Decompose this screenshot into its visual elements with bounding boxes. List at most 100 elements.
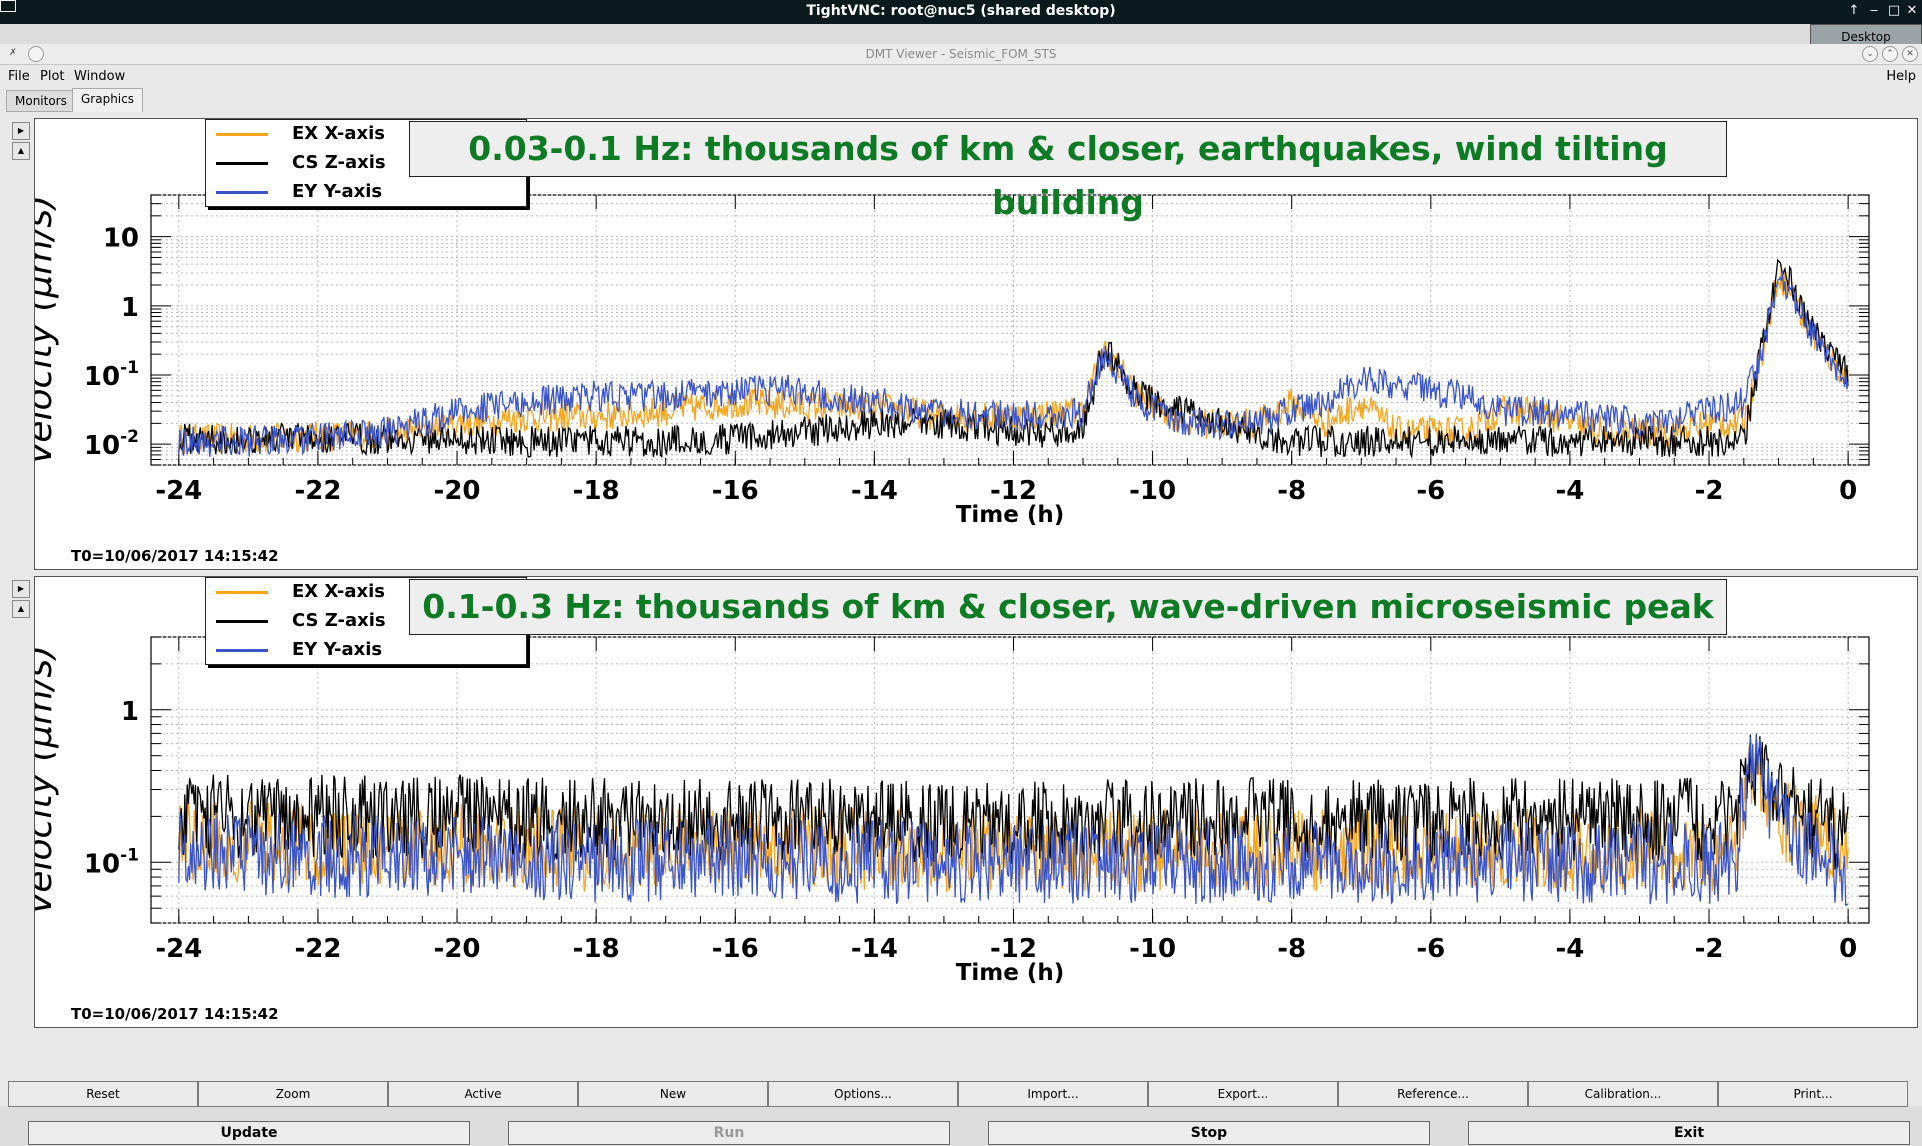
legend-entry-ex: EX X-axis <box>216 122 385 146</box>
t0-label-2: T0=10/06/2017 14:15:42 <box>71 1005 279 1023</box>
exit-button[interactable]: Exit <box>1468 1121 1910 1145</box>
legend-entry-ey: EY Y-axis <box>216 180 382 204</box>
stop-button[interactable]: Stop <box>988 1121 1430 1145</box>
pad2-collapse-icon[interactable]: ▲ <box>12 600 30 618</box>
x-tick-label: -20 <box>434 934 481 964</box>
legend-label-ex: EX X-axis <box>292 123 385 144</box>
legend-swatch-cs <box>216 619 268 623</box>
menu-file[interactable]: File <box>8 69 30 84</box>
x-tick-label: -20 <box>434 476 481 506</box>
y-tick-label: 1 <box>121 293 139 323</box>
menu-plot[interactable]: Plot <box>40 69 65 84</box>
options-button[interactable]: Options... <box>768 1081 958 1107</box>
plot-title-2: 0.1-0.3 Hz: thousands of km & closer, wa… <box>409 579 1727 635</box>
x-axis-title: Time (h) <box>956 960 1065 986</box>
export-button[interactable]: Export... <box>1148 1081 1338 1107</box>
menubar: File Plot Window Help <box>0 66 1922 86</box>
legend-label-cs: CS Z-axis <box>292 610 386 631</box>
zoom-button[interactable]: Zoom <box>198 1081 388 1107</box>
active-button[interactable]: Active <box>388 1081 578 1107</box>
legend-entry-ey: EY Y-axis <box>216 638 382 662</box>
x-tick-label: -14 <box>851 934 898 964</box>
pad2-expand-icon[interactable]: ▶ <box>12 580 30 598</box>
x-tick-label: -14 <box>851 476 898 506</box>
x-tick-label: -18 <box>573 934 620 964</box>
y-tick-label: 10-1 <box>84 845 139 879</box>
move-up-icon[interactable]: ↑ <box>1846 3 1862 19</box>
legend-swatch-ey <box>216 190 268 194</box>
legend-swatch-ey <box>216 648 268 652</box>
desktop-tab[interactable]: Desktop <box>1810 24 1922 46</box>
x-tick-label: -10 <box>1129 476 1176 506</box>
update-button[interactable]: Update <box>28 1121 470 1145</box>
x-tick-label: -22 <box>294 934 341 964</box>
legend-label-ex: EX X-axis <box>292 581 385 602</box>
legend-label-ey: EY Y-axis <box>292 639 383 660</box>
y-axis-title: Velocity (μm/s) <box>35 645 60 915</box>
x-tick-label: -10 <box>1129 934 1176 964</box>
maximize-icon[interactable]: □ <box>1886 3 1902 19</box>
close-icon[interactable]: ✕ <box>1904 3 1920 19</box>
import-button[interactable]: Import... <box>958 1081 1148 1107</box>
x-tick-label: -22 <box>294 476 341 506</box>
new-button[interactable]: New <box>578 1081 768 1107</box>
x-tick-label: -2 <box>1695 476 1724 506</box>
reference-button[interactable]: Reference... <box>1338 1081 1528 1107</box>
menu-window[interactable]: Window <box>74 69 125 84</box>
run-button[interactable]: Run <box>508 1121 950 1145</box>
plot-title-1: 0.03-0.1 Hz: thousands of km & closer, e… <box>409 121 1727 222</box>
menu-help[interactable]: Help <box>1886 69 1916 84</box>
vnc-titlebar: TightVNC: root@nuc5 (shared desktop) ↑ ‒… <box>0 0 1922 24</box>
plot-pad-2[interactable]: -24 -22 -20 -18 -16 -14 -12 -10 -8 -6 -4 -2 0 10-1 1 Ve… <box>34 576 1918 1028</box>
y-tick-label: 10 <box>103 224 139 254</box>
app-minimize-icon[interactable]: ⌄ <box>1862 46 1878 62</box>
tab-monitors[interactable]: Monitors <box>6 90 76 112</box>
legend-swatch-ex <box>216 590 268 594</box>
pad1-expand-icon[interactable]: ▶ <box>12 122 30 140</box>
app-maximize-icon[interactable]: ⌃ <box>1882 46 1898 62</box>
x-tick-label: -8 <box>1277 934 1306 964</box>
plot-pad-1[interactable]: -24 -22 -20 -18 -16 -14 -12 -10 -8 -6 -4 -2 0 10-2 10-… <box>34 118 1918 570</box>
pad1-collapse-icon[interactable]: ▲ <box>12 142 30 160</box>
calibration-button[interactable]: Calibration... <box>1528 1081 1718 1107</box>
minimize-icon[interactable]: ‒ <box>1866 3 1882 19</box>
x-axis-title: Time (h) <box>956 502 1065 528</box>
x-tick-label: -6 <box>1416 476 1445 506</box>
action-button-row: Update Run Stop Exit <box>0 1118 1922 1146</box>
x-tick-label: -4 <box>1555 476 1584 506</box>
legend-entry-cs: CS Z-axis <box>216 609 386 633</box>
x-tick-label: -24 <box>155 934 202 964</box>
tab-graphics[interactable]: Graphics <box>72 88 143 112</box>
x-tick-label: 0 <box>1839 934 1857 964</box>
y-tick-label: 1 <box>121 697 139 727</box>
x-tick-label: -16 <box>712 476 759 506</box>
dmt-viewer-window: ✗ DMT Viewer - Seismic_FOM_STS ⌄ ⌃ ✕ Fil… <box>0 44 1922 1145</box>
legend-label-cs: CS Z-axis <box>292 152 386 173</box>
x-tick-label: -6 <box>1416 934 1445 964</box>
x-tick-label: -4 <box>1555 934 1584 964</box>
legend-label-ey: EY Y-axis <box>292 181 383 202</box>
y-axis-title: Velocity (μm/s) <box>35 195 60 465</box>
plot-area: ▶ ▲ ▶ ▲ -24 -22 -20 -18 -16 -14 -12 -10 -8 -6 -4 -2… <box>0 114 1922 1028</box>
app-close-icon[interactable]: ✕ <box>1902 46 1918 62</box>
x-tick-label: -8 <box>1277 476 1306 506</box>
control-button-row: Reset Zoom Active New Options... Import.… <box>8 1081 1912 1107</box>
x-tick-label: -24 <box>155 476 202 506</box>
x-tick-label: -18 <box>573 476 620 506</box>
legend-swatch-ex <box>216 132 268 136</box>
tab-bar: Monitors Graphics <box>0 88 1922 112</box>
x-tick-label: -2 <box>1695 934 1724 964</box>
t0-label-1: T0=10/06/2017 14:15:42 <box>71 547 279 565</box>
reset-button[interactable]: Reset <box>8 1081 198 1107</box>
legend-entry-cs: CS Z-axis <box>216 151 386 175</box>
vnc-window-title: TightVNC: root@nuc5 (shared desktop) <box>806 3 1116 19</box>
y-tick-label: 10-2 <box>84 427 139 461</box>
x-tick-label: -16 <box>712 934 759 964</box>
app-title: DMT Viewer - Seismic_FOM_STS <box>865 47 1057 61</box>
legend-swatch-cs <box>216 161 268 165</box>
print-button[interactable]: Print... <box>1718 1081 1908 1107</box>
legend-entry-ex: EX X-axis <box>216 580 385 604</box>
x-tick-label: 0 <box>1839 476 1857 506</box>
app-titlebar: ✗ DMT Viewer - Seismic_FOM_STS ⌄ ⌃ ✕ <box>0 44 1922 65</box>
y-tick-label: 10-1 <box>84 358 139 392</box>
